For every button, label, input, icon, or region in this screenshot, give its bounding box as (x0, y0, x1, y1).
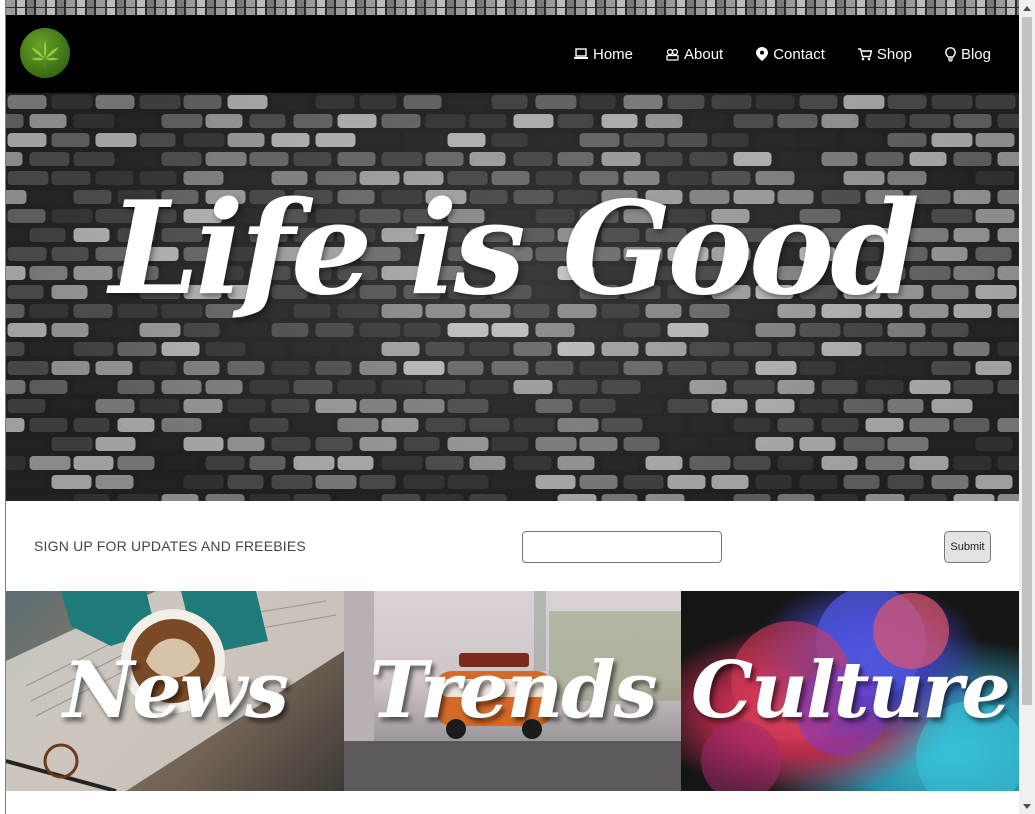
nav-shop-label: Shop (876, 45, 912, 63)
nav-contact-link[interactable]: Contact (756, 46, 825, 63)
submit-button[interactable]: Submit (944, 531, 991, 563)
nav-about-link[interactable]: About (666, 46, 723, 63)
logo[interactable] (20, 28, 70, 78)
location-pin-icon (756, 47, 769, 61)
nav-home-link[interactable]: Home (574, 46, 633, 63)
cannabis-leaf-icon (30, 38, 60, 67)
nav-contact-label: Contact (773, 45, 825, 63)
group-icon (666, 48, 679, 61)
tile-culture[interactable]: Culture (681, 591, 1019, 791)
lightbulb-icon (945, 46, 956, 61)
navbar: Home About Contact Shop Blog (6, 15, 1019, 93)
page: Home About Contact Shop Blog Life is Goo… (6, 0, 1019, 814)
scrollbar-thumb[interactable] (1022, 17, 1032, 705)
main-nav: Home About Contact Shop Blog (574, 15, 991, 93)
nav-home-label: Home (593, 45, 634, 63)
vertical-scrollbar[interactable] (1019, 0, 1035, 814)
nav-blog-label: Blog (960, 45, 991, 63)
category-tiles: News Trends Culture (6, 591, 1019, 791)
tile-culture-label: Culture (691, 645, 1011, 736)
email-field[interactable] (522, 531, 722, 563)
nav-about-label: About (684, 45, 724, 63)
laptop-icon (574, 48, 588, 59)
nav-shop-link[interactable]: Shop (857, 45, 912, 63)
tile-trends[interactable]: Trends (344, 591, 681, 791)
nav-blog-link[interactable]: Blog (945, 46, 991, 63)
hero-banner: Life is Good (6, 93, 1019, 501)
cart-icon (857, 47, 872, 60)
tile-news[interactable]: News (6, 591, 344, 791)
tile-trends-label: Trends (369, 645, 657, 736)
signup-label: SIGN UP FOR UPDATES AND FREEBIES (34, 538, 306, 554)
scroll-down-arrow-icon[interactable] (1019, 798, 1035, 814)
scroll-up-arrow-icon[interactable] (1019, 0, 1035, 16)
signup-bar: SIGN UP FOR UPDATES AND FREEBIES Submit (6, 501, 1019, 591)
tile-news-label: News (63, 645, 289, 736)
top-brick-strip (6, 0, 1019, 15)
hero-title: Life is Good (109, 174, 920, 324)
